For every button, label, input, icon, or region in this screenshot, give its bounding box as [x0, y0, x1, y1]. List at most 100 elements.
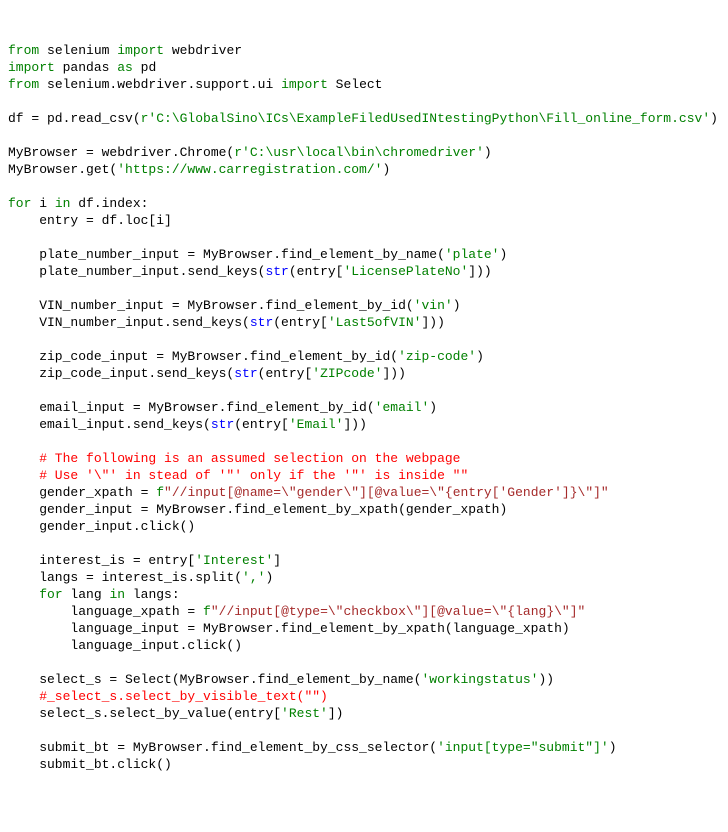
code-token: VIN_number_input.send_keys( — [8, 315, 250, 330]
code-line: submit_bt = MyBrowser.find_element_by_cs… — [8, 739, 720, 756]
code-token: 'zip-code' — [398, 349, 476, 364]
code-line: language_input.click() — [8, 637, 720, 654]
code-token: 'email' — [375, 400, 430, 415]
code-token: df = pd.read_csv( — [8, 111, 141, 126]
code-line: language_xpath = f"//input[@type=\"check… — [8, 603, 720, 620]
code-token: ) — [609, 740, 617, 755]
code-token: language_xpath = — [8, 604, 203, 619]
code-token: in — [109, 587, 125, 602]
code-token: zip_code_input.send_keys( — [8, 366, 234, 381]
code-token: Select — [328, 77, 383, 92]
code-line — [8, 280, 720, 297]
code-line — [8, 433, 720, 450]
code-line — [8, 229, 720, 246]
code-token: select_s.select_by_value(entry[ — [8, 706, 281, 721]
code-line: zip_code_input = MyBrowser.find_element_… — [8, 348, 720, 365]
code-token: selenium — [39, 43, 117, 58]
code-line — [8, 127, 720, 144]
code-token: langs = interest_is.split( — [8, 570, 242, 585]
code-line: for i in df.index: — [8, 195, 720, 212]
code-line: # The following is an assumed selection … — [8, 450, 720, 467]
code-token: ) — [499, 247, 507, 262]
code-token: submit_bt = MyBrowser.find_element_by_cs… — [8, 740, 437, 755]
code-token: lang — [63, 587, 110, 602]
code-token: i — [31, 196, 54, 211]
code-line: interest_is = entry['Interest'] — [8, 552, 720, 569]
code-token: ) — [453, 298, 461, 313]
code-token: # The following is an assumed selection … — [8, 451, 460, 466]
code-token: df.index: — [70, 196, 148, 211]
code-token: 'Interest' — [195, 553, 273, 568]
code-token: ] — [273, 553, 281, 568]
code-token: ) — [484, 145, 492, 160]
code-token: 'workingstatus' — [421, 672, 538, 687]
code-token: str — [250, 315, 273, 330]
code-token: ]) — [328, 706, 344, 721]
code-line: from selenium import webdriver — [8, 42, 720, 59]
code-token: 'LicensePlateNo' — [343, 264, 468, 279]
code-token: select_s = Select(MyBrowser.find_element… — [8, 672, 421, 687]
code-token: language_input.click() — [8, 638, 242, 653]
code-token: str — [265, 264, 288, 279]
code-token: for — [39, 587, 62, 602]
code-line — [8, 331, 720, 348]
code-line: gender_input = MyBrowser.find_element_by… — [8, 501, 720, 518]
code-token: r'C:\GlobalSino\ICs\ExampleFiledUsedINte… — [141, 111, 711, 126]
code-line: langs = interest_is.split(',') — [8, 569, 720, 586]
code-line: select_s.select_by_value(entry['Rest']) — [8, 705, 720, 722]
code-line: submit_bt.click() — [8, 756, 720, 773]
code-token: interest_is = entry[ — [8, 553, 195, 568]
code-token: f — [203, 604, 211, 619]
code-token: as — [117, 60, 133, 75]
code-token: submit_bt.click() — [8, 757, 172, 772]
code-token: gender_input = MyBrowser.find_element_by… — [8, 502, 507, 517]
code-block: from selenium import webdriverimport pan… — [8, 42, 720, 773]
code-token: 'ZIPcode' — [312, 366, 382, 381]
code-line: MyBrowser = webdriver.Chrome(r'C:\usr\lo… — [8, 144, 720, 161]
code-token: (entry[ — [273, 315, 328, 330]
code-token: webdriver — [164, 43, 242, 58]
code-line: gender_input.click() — [8, 518, 720, 535]
code-line: # Use '\"' in stead of '"' only if the '… — [8, 467, 720, 484]
code-token: email_input = MyBrowser.find_element_by_… — [8, 400, 375, 415]
code-line: gender_xpath = f"//input[@name=\"gender\… — [8, 484, 720, 501]
code-token: 'Email' — [289, 417, 344, 432]
code-token: (entry[ — [258, 366, 313, 381]
code-line: VIN_number_input = MyBrowser.find_elemen… — [8, 297, 720, 314]
code-line — [8, 178, 720, 195]
code-token: 'Rest' — [281, 706, 328, 721]
code-token: VIN_number_input = MyBrowser.find_elemen… — [8, 298, 414, 313]
code-token: zip_code_input = MyBrowser.find_element_… — [8, 349, 398, 364]
code-token: ) — [382, 162, 390, 177]
code-token — [8, 587, 39, 602]
code-token: gender_input.click() — [8, 519, 195, 534]
code-token: import — [281, 77, 328, 92]
code-token: pd — [133, 60, 156, 75]
code-token: )) — [539, 672, 555, 687]
code-token: for — [8, 196, 31, 211]
code-line: plate_number_input.send_keys(str(entry['… — [8, 263, 720, 280]
code-line: #_select_s.select_by_visible_text("") — [8, 688, 720, 705]
code-token: 'plate' — [445, 247, 500, 262]
code-token: 'vin' — [414, 298, 453, 313]
code-token: from — [8, 43, 39, 58]
code-token: f — [156, 485, 164, 500]
code-line: zip_code_input.send_keys(str(entry['ZIPc… — [8, 365, 720, 382]
code-token: ])) — [343, 417, 366, 432]
code-line — [8, 722, 720, 739]
code-token: ])) — [382, 366, 405, 381]
code-token: str — [234, 366, 257, 381]
code-token: ) — [710, 111, 718, 126]
code-token: #_select_s.select_by_visible_text("") — [8, 689, 328, 704]
code-token: gender_xpath = — [8, 485, 156, 500]
code-token: 'https://www.carregistration.com/' — [117, 162, 382, 177]
code-line: import pandas as pd — [8, 59, 720, 76]
code-token: from — [8, 77, 39, 92]
code-line: from selenium.webdriver.support.ui impor… — [8, 76, 720, 93]
code-token: MyBrowser.get( — [8, 162, 117, 177]
code-token: MyBrowser = webdriver.Chrome( — [8, 145, 234, 160]
code-token: langs: — [125, 587, 180, 602]
code-token: # Use '\"' in stead of '"' only if the '… — [8, 468, 468, 483]
code-token: ])) — [421, 315, 444, 330]
code-token: ) — [265, 570, 273, 585]
